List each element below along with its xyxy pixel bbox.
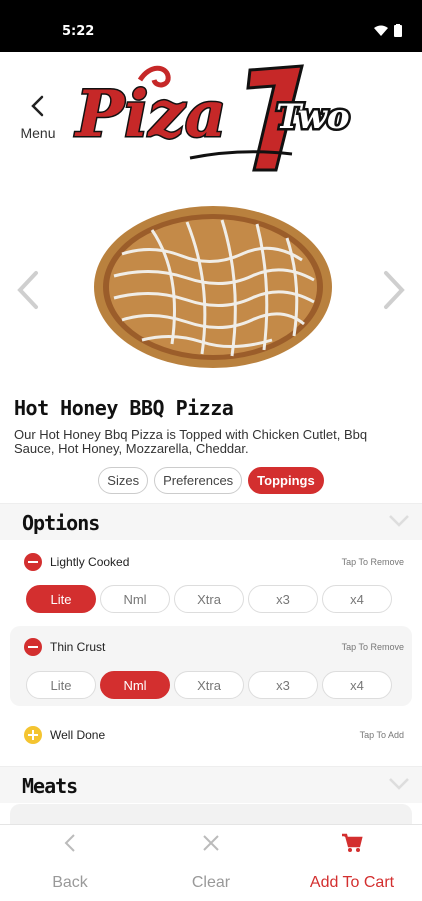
chevron-left-icon: [64, 834, 75, 852]
chevron-down-icon: [389, 778, 409, 790]
svg-text:Piza: Piza: [74, 77, 226, 152]
option-thin-crust: Thin Crust Tap To Remove Lite Nml Xtra x…: [10, 626, 412, 706]
level-x4[interactable]: x4: [322, 585, 392, 613]
add-to-cart-label: Add To Cart: [309, 874, 395, 891]
carousel-prev-icon[interactable]: [16, 270, 40, 310]
level-selector: Lite Nml Xtra x3 x4: [26, 585, 392, 613]
clear-label: Clear: [191, 874, 231, 891]
menu-back-label: Menu: [20, 125, 56, 141]
section-header-options[interactable]: Options: [0, 503, 422, 540]
section-title-options: Options: [22, 511, 100, 535]
add-to-cart-button[interactable]: Add To Cart: [292, 833, 412, 892]
option-lightly-cooked: Lightly Cooked Tap To Remove Lite Nml Xt…: [10, 545, 412, 621]
tab-preferences[interactable]: Preferences: [154, 467, 243, 494]
product-image-carousel[interactable]: [0, 180, 422, 390]
option-row[interactable]: Lightly Cooked: [24, 553, 129, 571]
back-label: Back: [52, 874, 88, 891]
level-x4[interactable]: x4: [322, 671, 392, 699]
close-icon: [203, 835, 219, 851]
status-bar: 5:22: [0, 0, 422, 52]
level-nml[interactable]: Nml: [100, 585, 170, 613]
status-time: 5:22: [62, 24, 95, 39]
svg-text:Two: Two: [276, 97, 350, 137]
app-header: Menu Piza Two: [0, 52, 422, 180]
pizza-image: [94, 206, 332, 368]
tab-sizes[interactable]: Sizes: [98, 467, 149, 494]
level-lite[interactable]: Lite: [26, 585, 96, 613]
option-tabs: Sizes Preferences Toppings: [0, 467, 422, 494]
carousel-next-icon[interactable]: [382, 270, 406, 310]
level-x3[interactable]: x3: [248, 585, 318, 613]
tab-toppings[interactable]: Toppings: [248, 467, 324, 494]
cart-icon: [342, 833, 363, 852]
level-xtra[interactable]: Xtra: [174, 671, 244, 699]
meats-list-peek: [10, 804, 412, 824]
menu-back-button[interactable]: Menu: [16, 94, 60, 141]
chevron-down-icon: [389, 515, 409, 527]
product-title: Hot Honey BBQ Pizza: [14, 396, 234, 420]
level-xtra[interactable]: Xtra: [174, 585, 244, 613]
option-hint[interactable]: Tap To Remove: [342, 642, 404, 652]
level-x3[interactable]: x3: [248, 671, 318, 699]
clear-button[interactable]: Clear: [151, 833, 271, 892]
product-description: Our Hot Honey Bbq Pizza is Topped with C…: [14, 427, 368, 456]
battery-icon: [394, 24, 402, 37]
status-icons: [374, 24, 402, 37]
bottom-action-bar: Back Clear Add To Cart: [0, 824, 422, 901]
option-row[interactable]: Thin Crust: [24, 638, 105, 656]
level-selector: Lite Nml Xtra x3 x4: [26, 671, 392, 699]
option-row[interactable]: Well Done: [24, 726, 105, 744]
option-hint[interactable]: Tap To Add: [360, 730, 404, 740]
level-nml[interactable]: Nml: [100, 671, 170, 699]
remove-icon[interactable]: [24, 553, 42, 571]
back-button[interactable]: Back: [10, 833, 130, 892]
brand-logo: Piza Two: [73, 64, 352, 172]
option-name: Well Done: [50, 728, 106, 742]
level-lite[interactable]: Lite: [26, 671, 96, 699]
option-well-done: Well Done Tap To Add: [10, 718, 412, 754]
chevron-left-icon: [31, 95, 44, 117]
option-hint[interactable]: Tap To Remove: [342, 557, 404, 567]
section-title-meats: Meats: [22, 774, 78, 798]
option-name: Lightly Cooked: [50, 555, 130, 569]
section-header-meats[interactable]: Meats: [0, 766, 422, 803]
wifi-icon: [374, 25, 388, 36]
add-icon[interactable]: [24, 726, 42, 744]
option-name: Thin Crust: [50, 640, 106, 654]
remove-icon[interactable]: [24, 638, 42, 656]
